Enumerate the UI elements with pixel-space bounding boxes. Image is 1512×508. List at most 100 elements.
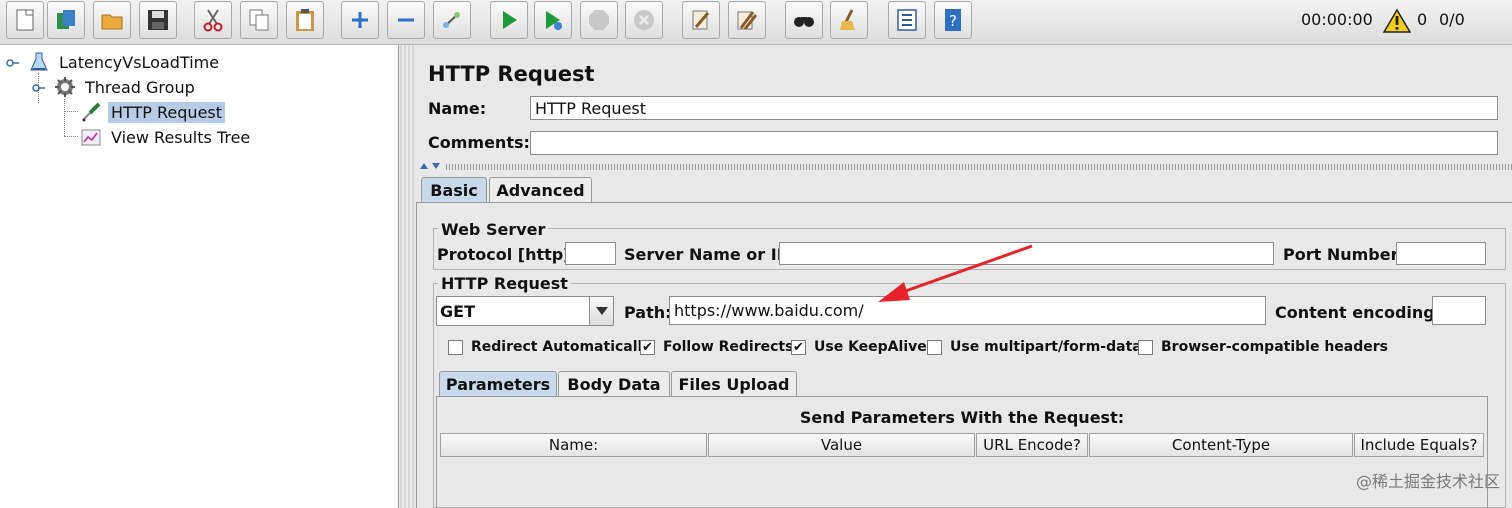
clear-icon [692, 10, 710, 30]
save-icon [148, 10, 168, 30]
test-plan-tree: LatencyVsLoadTime Thread Group HTTP Requ… [0, 45, 399, 508]
elapsed-timer: 00:00:00 [1301, 10, 1373, 29]
tree-item-thread-group[interactable]: Thread Group [54, 75, 198, 99]
stop-button[interactable] [580, 1, 618, 39]
start-no-pause-icon [546, 11, 562, 30]
checkbox-box [1138, 339, 1153, 355]
collapse-icon [398, 18, 414, 22]
tree-connector [64, 99, 65, 136]
server-name-label: Server Name or IP: [624, 245, 795, 264]
clear-button[interactable] [682, 1, 720, 39]
column-header-url-encode[interactable]: URL Encode? [976, 433, 1088, 457]
port-number-label: Port Number: [1283, 245, 1405, 264]
follow-redirects-checkbox[interactable]: ✔ Follow Redirects [640, 339, 793, 355]
method-value: GET [440, 302, 475, 321]
column-header-name[interactable]: Name: [440, 433, 707, 457]
flask-icon [28, 51, 50, 73]
clear-all-icon [737, 11, 758, 30]
column-header-include-equals[interactable]: Include Equals? [1354, 433, 1484, 457]
reset-search-button[interactable] [830, 1, 868, 39]
collapse-all-button[interactable] [387, 1, 425, 39]
gear-icon [54, 76, 76, 98]
browser-compatible-headers-checkbox[interactable]: Browser-compatible headers [1138, 339, 1388, 355]
checkbox-label: Browser-compatible headers [1161, 339, 1388, 355]
copy-icon [249, 9, 269, 31]
checkbox-box [448, 339, 463, 355]
start-icon [503, 11, 517, 29]
content-encoding-field[interactable] [1432, 296, 1486, 325]
tab-body-data[interactable]: Body Data [558, 371, 670, 397]
shutdown-button[interactable] [625, 1, 663, 39]
checkbox-label: Use multipart/form-data [950, 339, 1142, 355]
help-button[interactable]: ? [934, 1, 972, 39]
tree-item-test-plan[interactable]: LatencyVsLoadTime [28, 50, 222, 74]
tree-item-label: LatencyVsLoadTime [59, 52, 220, 72]
shutdown-icon [634, 10, 654, 30]
redirect-automatically-checkbox[interactable]: Redirect Automatically [448, 339, 651, 355]
paste-button[interactable] [286, 1, 324, 39]
method-dropdown-button[interactable] [589, 297, 613, 325]
use-multipart-checkbox[interactable]: Use multipart/form-data [927, 339, 1142, 355]
watermark: @稀土掘金技术社区 [1355, 472, 1500, 491]
expand-all-button[interactable] [341, 1, 379, 39]
toolbar: ? 00:00:00 0 0/0 [0, 0, 1512, 45]
port-number-field[interactable] [1396, 242, 1486, 265]
search-button[interactable] [785, 1, 823, 39]
parameters-title: Send Parameters With the Request: [799, 408, 1125, 427]
tree-connector [64, 136, 78, 137]
name-field[interactable] [530, 96, 1498, 120]
http-request-legend: HTTP Request [438, 274, 571, 293]
templates-button[interactable] [47, 1, 85, 39]
toggle-icon [443, 12, 460, 28]
annotation-arrow [878, 244, 1033, 302]
graph-listener-icon [80, 126, 102, 148]
name-label: Name: [428, 99, 487, 118]
tree-item-http-request[interactable]: HTTP Request [80, 100, 226, 124]
cut-button[interactable] [194, 1, 232, 39]
column-header-content-type[interactable]: Content-Type [1089, 433, 1353, 457]
protocol-field[interactable] [565, 242, 616, 265]
start-button[interactable] [490, 1, 528, 39]
checkbox-box [927, 339, 942, 355]
cut-icon [203, 9, 223, 32]
column-header-value[interactable]: Value [708, 433, 975, 457]
checkbox-box: ✔ [640, 339, 655, 355]
tab-advanced[interactable]: Advanced [489, 177, 592, 203]
expand-handle-icon[interactable] [32, 81, 46, 95]
copy-button[interactable] [240, 1, 278, 39]
toggle-button[interactable] [433, 1, 471, 39]
warning-icon[interactable] [1383, 8, 1411, 34]
save-button[interactable] [139, 1, 177, 39]
tab-files-upload[interactable]: Files Upload [671, 371, 797, 397]
expand-icon [352, 12, 368, 28]
panel-title: HTTP Request [428, 62, 595, 86]
method-select[interactable]: GET [436, 296, 614, 326]
checkbox-box: ✔ [791, 339, 806, 355]
active-threads: 0/0 [1439, 10, 1465, 29]
checkbox-label: Follow Redirects [663, 339, 794, 355]
tab-basic[interactable]: Basic [421, 177, 487, 203]
parameters-panel: Send Parameters With the Request: Name: … [436, 396, 1488, 508]
sampler-pipette-icon [80, 101, 102, 123]
clear-all-button[interactable] [728, 1, 766, 39]
tab-parameters[interactable]: Parameters [439, 371, 557, 397]
new-button[interactable] [6, 1, 44, 39]
divider [446, 164, 1512, 170]
svg-text:?: ? [949, 12, 957, 30]
start-no-pauses-button[interactable] [534, 1, 572, 39]
comments-field[interactable] [530, 131, 1498, 155]
content-encoding-label: Content encoding: [1275, 303, 1442, 322]
expand-handle-icon[interactable] [6, 56, 20, 70]
templates-icon [57, 10, 75, 29]
tree-item-label: HTTP Request [108, 101, 226, 123]
paste-icon [296, 9, 314, 31]
open-button[interactable] [93, 1, 131, 39]
panel-splitter[interactable] [400, 45, 414, 508]
checkbox-label: Redirect Automatically [471, 339, 652, 355]
use-keepalive-checkbox[interactable]: ✔ Use KeepAlive [791, 339, 927, 355]
function-helper-button[interactable] [888, 1, 926, 39]
split-arrows-icon[interactable] [418, 161, 444, 171]
tree-item-view-results-tree[interactable]: View Results Tree [80, 125, 253, 149]
reset-search-icon [840, 9, 855, 30]
warning-count: 0 [1417, 10, 1428, 29]
